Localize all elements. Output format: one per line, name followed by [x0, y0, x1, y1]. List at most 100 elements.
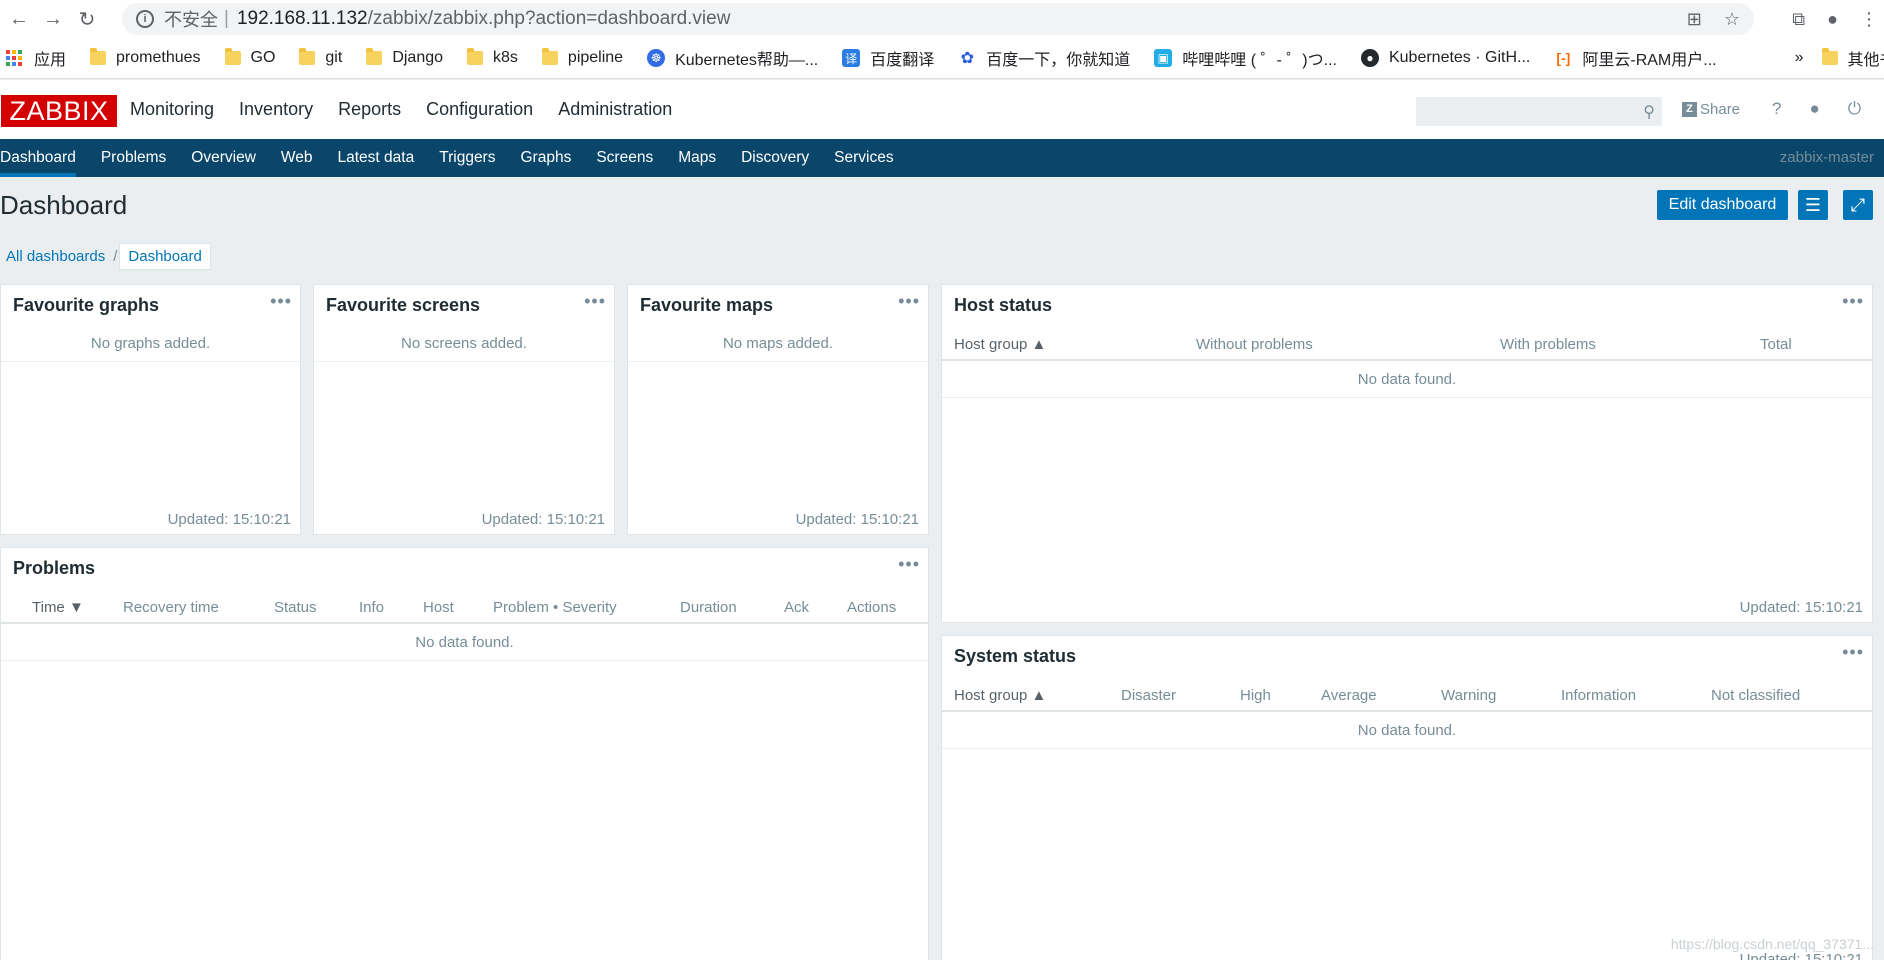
folder-icon — [299, 48, 316, 65]
menu-reports[interactable]: Reports — [338, 99, 401, 120]
widget-title: Host status — [954, 295, 1053, 315]
widget-updated: Updated: 15:10:21 — [1739, 951, 1863, 960]
browser-menu-icon[interactable]: ⋮ — [1860, 9, 1878, 30]
bookmark-label: k8s — [493, 49, 518, 66]
bookmarks-more[interactable]: » — [1795, 49, 1804, 67]
divider — [628, 361, 928, 362]
subnav-graphs[interactable]: Graphs — [520, 139, 571, 177]
column-host-group[interactable]: Host group ▲ — [954, 336, 1046, 353]
widget-problems: Problems ••• Time ▼ Recovery time Status… — [0, 547, 929, 960]
subnav-services[interactable]: Services — [834, 139, 893, 177]
subnav-screens[interactable]: Screens — [596, 139, 653, 177]
address-bar[interactable]: i 不安全 | 192.168.11.132/zabbix/zabbix.php… — [122, 3, 1754, 35]
bookmark-folder[interactable]: promethues — [90, 48, 201, 67]
subnav-dashboard[interactable]: Dashboard — [0, 139, 76, 177]
address-path: /zabbix/zabbix.php?action=dashboard.view — [367, 8, 731, 29]
share-button[interactable]: Z Share — [1682, 101, 1740, 118]
zabbix-logo[interactable]: ZABBIX — [1, 95, 117, 127]
forward-icon[interactable]: → — [38, 4, 68, 34]
bookmark-link[interactable]: ● Kubernetes · GitH... — [1360, 49, 1531, 67]
bookmark-apps[interactable]: 应用 — [0, 46, 66, 70]
star-icon[interactable]: ☆ — [1724, 9, 1740, 30]
menu-monitoring[interactable]: Monitoring — [130, 99, 214, 120]
subnav-triggers[interactable]: Triggers — [439, 139, 495, 177]
bookmark-label: 阿里云-RAM用户... — [1582, 52, 1717, 69]
folder-icon — [366, 48, 383, 65]
bookmark-folder[interactable]: GO — [224, 48, 276, 67]
insecure-label: 不安全 — [164, 10, 218, 30]
dashboard-actions-menu-icon[interactable]: ☰ — [1798, 190, 1828, 220]
bookmark-folder[interactable]: git — [299, 48, 343, 67]
bookmark-folder[interactable]: pipeline — [541, 48, 624, 67]
translate-icon[interactable]: ⊞ — [1687, 9, 1702, 30]
bookmark-label: GO — [250, 49, 276, 66]
widget-menu-icon[interactable]: ••• — [898, 554, 920, 575]
fullscreen-icon[interactable]: ⤢ — [1843, 190, 1873, 220]
edit-dashboard-button[interactable]: Edit dashboard — [1657, 190, 1788, 220]
bookmark-link[interactable]: ▣ 哔哩哔哩 ( ゜- ゜)つ... — [1154, 46, 1337, 70]
address-separator: | — [224, 8, 229, 29]
search-icon[interactable]: ⚲ — [1643, 102, 1655, 122]
subnav-problems[interactable]: Problems — [101, 139, 166, 177]
bookmark-label: pipeline — [567, 49, 624, 66]
kubernetes-icon: ☸ — [647, 49, 666, 67]
column-time[interactable]: Time ▼ — [32, 599, 84, 616]
widget-system-status: System status ••• Host group ▲ Disaster … — [941, 635, 1873, 960]
bookmark-link[interactable]: ☸ Kubernetes帮助—... — [647, 46, 818, 70]
search-input[interactable]: ⚲ — [1416, 97, 1662, 126]
column-high: High — [1240, 687, 1271, 704]
column-total: Total — [1760, 336, 1792, 353]
help-icon[interactable]: ? — [1772, 99, 1781, 119]
no-data-message: No data found. — [942, 361, 1872, 398]
info-icon[interactable]: i — [136, 10, 154, 28]
bookmark-link[interactable]: ✿ 百度一下，你就知道 — [958, 46, 1131, 70]
breadcrumb-current[interactable]: Dashboard — [119, 242, 211, 270]
widget-menu-icon[interactable]: ••• — [1842, 642, 1864, 663]
widget-favourite-graphs: Favourite graphs ••• No graphs added. Up… — [0, 284, 301, 535]
subnav-web[interactable]: Web — [281, 139, 313, 177]
widget-menu-icon[interactable]: ••• — [584, 291, 606, 312]
breadcrumb-all-dashboards[interactable]: All dashboards — [0, 248, 111, 265]
column-duration: Duration — [680, 599, 737, 616]
bookmark-other-folder[interactable]: 其他书签 — [1821, 46, 1884, 70]
menu-administration[interactable]: Administration — [558, 99, 672, 120]
bookmark-label: 其他书签 — [1847, 52, 1884, 69]
widget-updated: Updated: 15:10:21 — [167, 511, 291, 528]
widget-menu-icon[interactable]: ••• — [898, 291, 920, 312]
subnav-maps[interactable]: Maps — [678, 139, 716, 177]
column-info: Info — [359, 599, 385, 616]
bookmark-label: git — [325, 49, 343, 66]
subnav-discovery[interactable]: Discovery — [741, 139, 809, 177]
extension-icon[interactable]: ⧉ — [1792, 9, 1805, 30]
table-header: Host group ▲ Without problems With probl… — [942, 329, 1872, 361]
widget-empty-message: No graphs added. — [90, 335, 211, 352]
bookmark-label: promethues — [116, 49, 201, 66]
menu-inventory[interactable]: Inventory — [239, 99, 313, 120]
folder-icon — [90, 48, 107, 65]
bookmark-link[interactable]: [-] 阿里云-RAM用户... — [1554, 46, 1716, 70]
table-header: Time ▼ Recovery time Status Info Host Pr… — [1, 592, 928, 624]
bookmark-folder[interactable]: k8s — [467, 48, 518, 67]
baidu-icon: ✿ — [960, 50, 974, 67]
bookmark-link[interactable]: 译百度翻译 — [842, 46, 934, 70]
back-icon[interactable]: ← — [4, 4, 34, 34]
profile-icon[interactable]: ● — [1827, 9, 1838, 30]
folder-icon — [541, 48, 558, 65]
reload-icon[interactable]: ↻ — [72, 4, 102, 34]
widget-menu-icon[interactable]: ••• — [1842, 291, 1864, 312]
sign-out-icon[interactable]: ⏻ — [1848, 99, 1861, 119]
browser-toolbar: ← → ↻ i 不安全 | 192.168.11.132/zabbix/zabb… — [0, 0, 1884, 38]
user-profile-icon[interactable]: ● — [1810, 99, 1820, 119]
bookmark-label: 应用 — [34, 52, 67, 69]
subnav-latest-data[interactable]: Latest data — [338, 139, 415, 177]
bookmark-label: Kubernetes · GitH... — [1388, 49, 1531, 66]
bookmark-folder[interactable]: Django — [366, 48, 443, 67]
table-header: Host group ▲ Disaster High Average Warni… — [942, 680, 1872, 712]
subnav-overview[interactable]: Overview — [191, 139, 256, 177]
widget-empty-message: No screens added. — [401, 335, 527, 352]
github-icon: ● — [1360, 49, 1379, 67]
column-host-group[interactable]: Host group ▲ — [954, 687, 1046, 704]
widget-menu-icon[interactable]: ••• — [270, 291, 292, 312]
zabbix-header: ZABBIX Monitoring Inventory Reports Conf… — [0, 80, 1884, 139]
menu-configuration[interactable]: Configuration — [426, 99, 533, 120]
